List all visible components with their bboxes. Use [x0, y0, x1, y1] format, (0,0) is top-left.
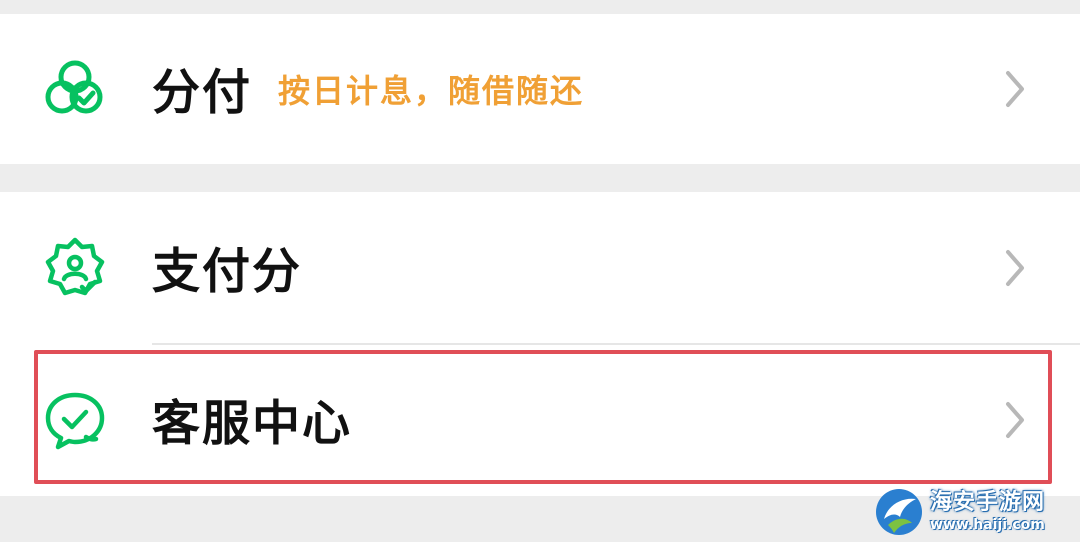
row-customer-service[interactable]: 客服中心 [0, 344, 1080, 496]
row-fenfu[interactable]: 分付 按日计息，随借随还 [0, 14, 1080, 164]
watermark-logo-icon [874, 487, 924, 537]
row-title: 支付分 [152, 243, 303, 300]
watermark-name: 海安手游网 [930, 490, 1046, 515]
customer-service-icon [42, 387, 108, 453]
row-payscore[interactable]: 支付分 [0, 192, 1080, 344]
services-group-1: 分付 按日计息，随借随还 [0, 14, 1080, 164]
services-group-2: 支付分 客服中心 [0, 192, 1080, 496]
watermark: 海安手游网 www.haiji.com [874, 486, 1074, 538]
row-title: 分付 [152, 64, 253, 121]
watermark-text: 海安手游网 www.haiji.com [930, 490, 1046, 533]
payscore-badge-icon [42, 235, 108, 301]
chevron-right-icon [996, 248, 1032, 288]
chevron-right-icon [996, 400, 1032, 440]
wechat-pay-services-screen: 分付 按日计息，随借随还 支付分 客服中心 海安手游网 www.haiji.co… [0, 0, 1080, 542]
row-title: 客服中心 [152, 395, 353, 452]
chevron-right-icon [996, 69, 1032, 109]
row-subtitle: 按日计息，随借随还 [278, 72, 585, 110]
watermark-url: www.haiji.com [930, 517, 1045, 533]
fenfu-icon [42, 56, 108, 122]
